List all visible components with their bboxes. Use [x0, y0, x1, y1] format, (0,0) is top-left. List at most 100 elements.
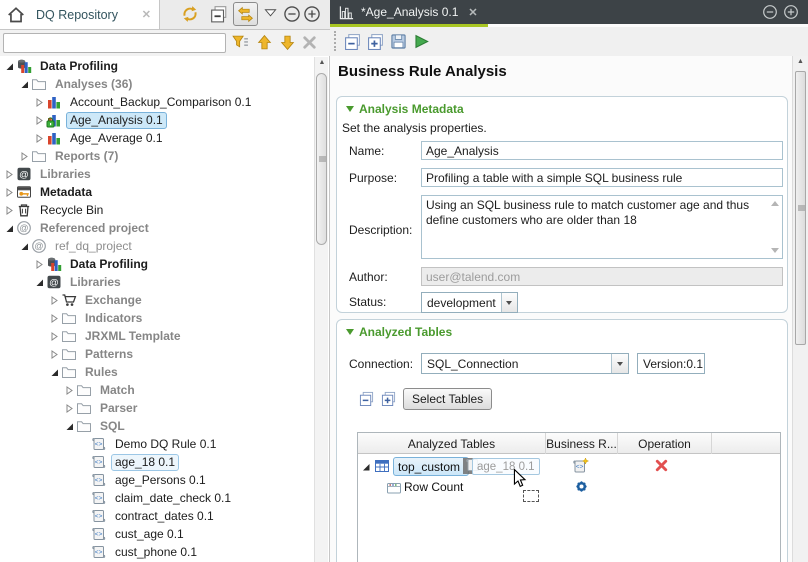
move-down-icon[interactable]: [279, 34, 296, 51]
tree-scrollbar[interactable]: ▲: [314, 57, 328, 562]
col-analyzed-tables[interactable]: Analyzed Tables: [358, 433, 546, 454]
tree-item[interactable]: Analyses (36): [0, 75, 312, 93]
tree-collapsed-arrow-icon[interactable]: [4, 187, 15, 197]
tree-collapsed-arrow-icon[interactable]: [19, 151, 30, 161]
name-field[interactable]: [421, 141, 783, 160]
tree-item[interactable]: @Libraries: [0, 273, 312, 291]
tree-item[interactable]: Reports (7): [0, 147, 312, 165]
tree-item[interactable]: SQL: [0, 417, 312, 435]
clear-filter-icon[interactable]: [301, 34, 318, 51]
filter-input[interactable]: [3, 33, 226, 53]
dropdown-arrow-icon[interactable]: [611, 354, 628, 373]
filter-funnel-icon[interactable]: [232, 34, 249, 51]
minimize-icon[interactable]: [283, 5, 301, 23]
tree-collapsed-arrow-icon[interactable]: [49, 349, 60, 359]
tree-item[interactable]: Recycle Bin: [0, 201, 312, 219]
table-row[interactable]: top_custom age_18 0.1 <>: [358, 456, 780, 478]
tree-item[interactable]: Patterns: [0, 345, 312, 363]
link-with-editor-button[interactable]: [233, 2, 258, 26]
toolbar-handle[interactable]: [334, 31, 336, 51]
tree-item[interactable]: Indicators: [0, 309, 312, 327]
status-dropdown[interactable]: development: [421, 292, 518, 313]
tree-collapsed-arrow-icon[interactable]: [49, 331, 60, 341]
scroll-up-icon[interactable]: ▲: [793, 58, 808, 65]
tree-collapsed-arrow-icon[interactable]: [49, 295, 60, 305]
close-icon[interactable]: ✕: [142, 8, 151, 21]
tree-expanded-arrow-icon[interactable]: [64, 421, 75, 431]
section-header[interactable]: Analyzed Tables: [346, 325, 452, 339]
tree-item[interactable]: Metadata: [0, 183, 312, 201]
tree-item[interactable]: <>contract_dates 0.1: [0, 507, 312, 525]
tree-item[interactable]: Exchange: [0, 291, 312, 309]
dropdown-arrow-icon[interactable]: [501, 293, 517, 312]
tree-item[interactable]: Age_Average 0.1: [0, 129, 312, 147]
tree-item[interactable]: <>age_Persons 0.1: [0, 471, 312, 489]
tree-expanded-arrow-icon[interactable]: [4, 223, 15, 233]
maximize-icon[interactable]: [783, 4, 799, 20]
collapse-table-icon[interactable]: [359, 391, 374, 406]
description-field[interactable]: Using an SQL business rule to match cust…: [421, 195, 783, 259]
tree-collapsed-arrow-icon[interactable]: [34, 259, 45, 269]
tree-item[interactable]: Rules: [0, 363, 312, 381]
collapse-sections-icon[interactable]: [344, 33, 361, 50]
tree-item[interactable]: <>claim_date_check 0.1: [0, 489, 312, 507]
tree-item[interactable]: Account_Backup_Comparison 0.1: [0, 93, 312, 111]
select-tables-button[interactable]: Select Tables: [403, 388, 492, 410]
tree-item[interactable]: <>cust_age 0.1: [0, 525, 312, 543]
tree-expanded-arrow-icon[interactable]: [4, 61, 15, 71]
tree-item[interactable]: Data Profiling: [0, 57, 312, 75]
tree-item[interactable]: Parser: [0, 399, 312, 417]
tree-expanded-arrow-icon[interactable]: [34, 277, 45, 287]
expand-table-icon[interactable]: [381, 391, 396, 406]
move-up-icon[interactable]: [256, 34, 273, 51]
business-rule-icon[interactable]: <>: [572, 457, 590, 475]
tree-item[interactable]: @Referenced project: [0, 219, 312, 237]
tree-item[interactable]: @Libraries: [0, 165, 312, 183]
view-menu-icon[interactable]: [264, 8, 277, 18]
tree-item[interactable]: <>Demo DQ Rule 0.1: [0, 435, 312, 453]
tab-dq-repository[interactable]: DQ Repository ✕: [28, 0, 160, 29]
collapse-triangle-icon[interactable]: [346, 329, 354, 335]
tab-age-analysis[interactable]: *Age_Analysis 0.1 ✕: [330, 0, 488, 24]
scroll-up-icon[interactable]: ▲: [315, 59, 329, 66]
tree-item[interactable]: JRXML Template: [0, 327, 312, 345]
collapse-triangle-icon[interactable]: [346, 106, 354, 112]
delete-icon[interactable]: [654, 458, 669, 473]
scroll-down-icon[interactable]: [771, 248, 779, 253]
section-header[interactable]: Analysis Metadata: [346, 102, 464, 116]
editor-scrollbar[interactable]: ▲: [792, 56, 808, 562]
settings-gear-icon[interactable]: [573, 478, 590, 495]
tree-collapsed-arrow-icon[interactable]: [64, 403, 75, 413]
minimize-icon[interactable]: [762, 4, 778, 20]
expand-sections-icon[interactable]: [367, 33, 384, 50]
tree-collapsed-arrow-icon[interactable]: [34, 115, 45, 125]
table-row[interactable]: Row Count: [358, 477, 780, 499]
scrollbar-thumb[interactable]: [316, 73, 327, 245]
tree-item[interactable]: Age_Analysis 0.1: [0, 111, 312, 129]
tree-expanded-arrow-icon[interactable]: [49, 367, 60, 377]
col-business-rule[interactable]: Business R...: [546, 433, 618, 454]
tree-collapsed-arrow-icon[interactable]: [34, 97, 45, 107]
close-icon[interactable]: ✕: [468, 6, 477, 19]
maximize-icon[interactable]: [303, 5, 321, 23]
tree-item[interactable]: Match: [0, 381, 312, 399]
tree-expanded-arrow-icon[interactable]: [19, 79, 30, 89]
connection-dropdown[interactable]: SQL_Connection: [421, 353, 629, 374]
tree-item[interactable]: <>age_18 0.1: [0, 453, 312, 471]
tree-item[interactable]: <>cust_phone 0.1: [0, 543, 312, 561]
tree-collapsed-arrow-icon[interactable]: [4, 169, 15, 179]
tree-item[interactable]: @ref_dq_project: [0, 237, 312, 255]
run-icon[interactable]: [413, 33, 430, 50]
home-icon[interactable]: [7, 6, 25, 24]
refresh-icon[interactable]: [181, 5, 199, 23]
tree-collapsed-arrow-icon[interactable]: [4, 205, 15, 215]
purpose-field[interactable]: [421, 168, 783, 187]
scrollbar-thumb[interactable]: [795, 71, 806, 345]
tree-item[interactable]: Data Profiling: [0, 255, 312, 273]
expand-arrow-icon[interactable]: [362, 463, 370, 471]
collapse-all-icon[interactable]: [210, 5, 228, 23]
selected-table-cell[interactable]: top_custom: [393, 457, 469, 476]
save-icon[interactable]: [390, 33, 407, 50]
tree-expanded-arrow-icon[interactable]: [19, 241, 30, 251]
tree-collapsed-arrow-icon[interactable]: [49, 313, 60, 323]
